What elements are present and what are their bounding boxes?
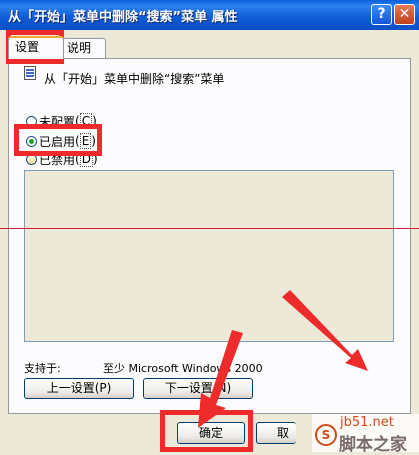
arrow-down-right (282, 290, 368, 371)
watermark: S jb51.net 脚本之家 (312, 414, 419, 455)
watermark-name: 脚本之家 (339, 435, 407, 455)
highlight-ok-button (160, 410, 253, 452)
tab-settings[interactable]: 设置 (8, 36, 64, 59)
watermark-site: jb51.net (340, 415, 394, 430)
jb51-logo-icon: S (315, 424, 337, 446)
highlight-enabled-option (14, 124, 102, 156)
annotation-arrows (198, 290, 368, 428)
